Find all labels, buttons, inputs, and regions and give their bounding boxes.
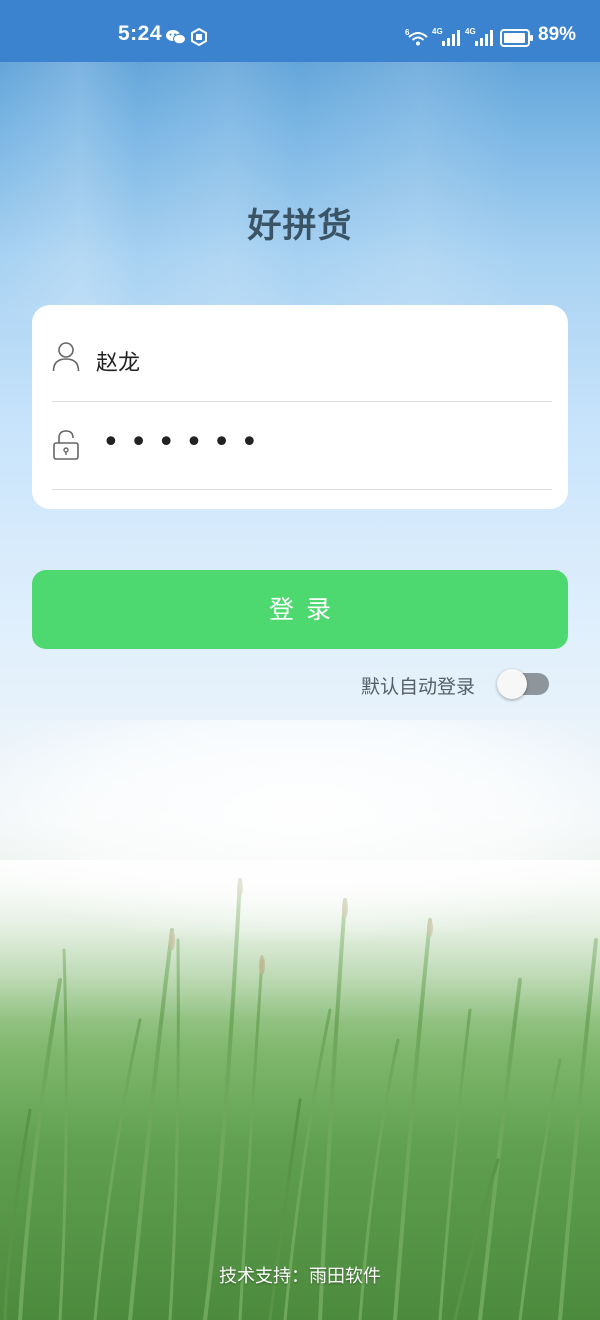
signal-4g-icon: 4G <box>432 27 460 46</box>
app-title: 好拼货 <box>247 206 353 246</box>
wechat-icon <box>166 30 186 45</box>
login-card: 赵龙 •••••• <box>32 305 568 509</box>
svg-text:4G: 4G <box>432 27 443 36</box>
user-icon <box>52 342 80 372</box>
username-value: 赵龙 <box>96 351 141 376</box>
password-field[interactable]: •••••• <box>52 403 552 490</box>
support-footer: 技术支持：雨田软件 <box>219 1266 381 1287</box>
status-bar: 5:24 6 4G 4G 89% <box>0 0 600 62</box>
password-masked-value: •••••• <box>102 425 269 460</box>
auto-login-label: 默认自动登录 <box>361 676 476 698</box>
battery-percent: 89% <box>538 24 577 45</box>
signal-4g-icon: 4G <box>465 27 493 46</box>
login-screen: 5:24 6 4G 4G 89% 好拼货 赵龙 •••••• 登录 默认自动登录… <box>0 0 600 1320</box>
app-notification-icon <box>191 28 207 46</box>
toggle-knob <box>497 669 527 699</box>
grass-background <box>0 860 600 1320</box>
status-time: 5:24 <box>118 22 163 45</box>
username-field[interactable]: 赵龙 <box>52 315 552 402</box>
battery-icon <box>500 29 533 47</box>
svg-text:4G: 4G <box>465 27 476 36</box>
sky-light-streaks <box>0 60 600 320</box>
auto-login-toggle[interactable] <box>497 669 551 699</box>
login-button[interactable]: 登录 <box>32 570 568 649</box>
lock-icon <box>53 430 79 460</box>
wifi-icon: 6 <box>405 28 428 46</box>
